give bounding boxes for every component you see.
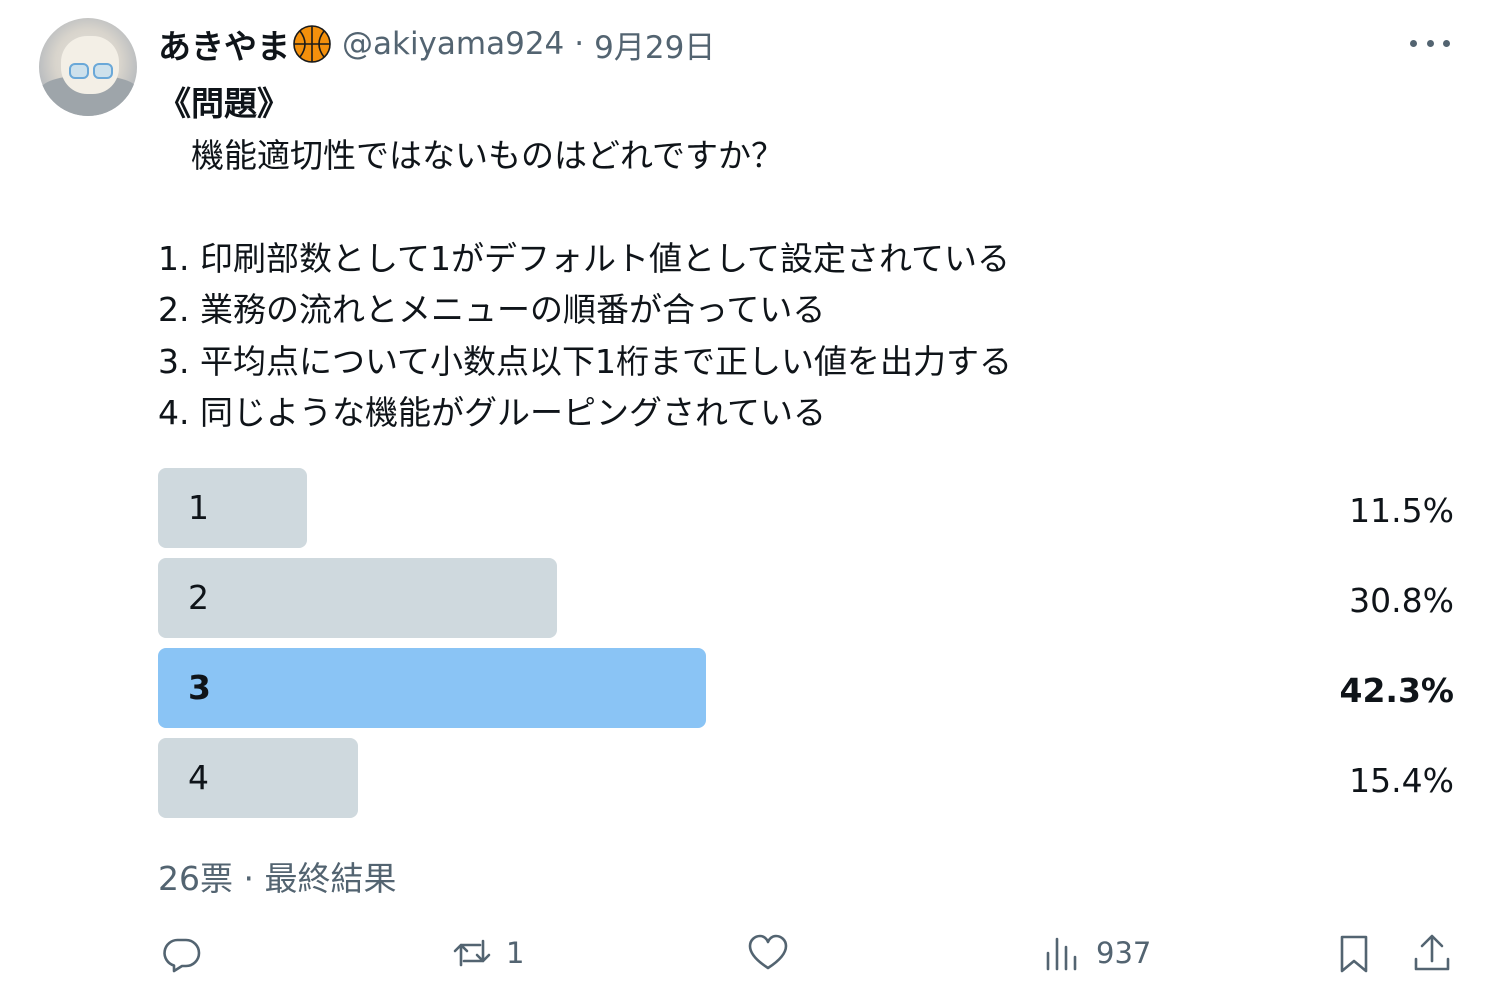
poll-choice-percent: 30.8% — [1349, 581, 1454, 620]
poll: 1 11.5% 2 30.8% 3 42.3% 4 15.4% — [158, 468, 1454, 828]
like-button[interactable] — [746, 928, 802, 978]
views-count: 937 — [1096, 936, 1152, 970]
bookmark-icon — [1340, 935, 1368, 973]
poll-choice-label: 2 — [188, 578, 209, 617]
poll-choice-4: 4 15.4% — [158, 738, 1454, 818]
poll-footer: 26票 · 最終結果 — [158, 859, 397, 898]
poll-bar — [158, 648, 706, 728]
post: あきやま @akiyama924 · 9月29日 《問題》 機能適切性ではないも… — [0, 0, 1497, 988]
poll-choice-label: 3 — [188, 668, 211, 707]
views-icon — [1046, 937, 1077, 971]
basketball-icon — [293, 25, 331, 63]
poll-choice-1: 1 11.5% — [158, 468, 1454, 548]
poll-choice-label: 1 — [188, 488, 209, 527]
action-bar: 1 937 — [158, 928, 1454, 978]
reply-button[interactable] — [160, 928, 216, 978]
post-option-1: 1. 印刷部数として1がデフォルト値として設定されている — [158, 238, 1011, 278]
post-text: 《問題》 機能適切性ではないものはどれですか？ 1. 印刷部数として1がデフォル… — [158, 78, 1012, 439]
retweet-button[interactable]: 1 — [450, 928, 524, 978]
author-handle[interactable]: @akiyama924 — [342, 26, 564, 62]
post-option-2: 2. 業務の流れとメニューの順番が合っている — [158, 290, 826, 329]
poll-choice-percent: 42.3% — [1339, 671, 1455, 710]
post-option-4: 4. 同じような機能がグルーピングされている — [158, 393, 826, 432]
poll-choice-percent: 15.4% — [1349, 761, 1454, 800]
heart-icon — [748, 934, 788, 970]
share-button[interactable] — [1410, 928, 1454, 978]
reply-icon — [163, 938, 201, 973]
poll-choice-percent: 11.5% — [1349, 491, 1454, 530]
post-header: あきやま @akiyama924 · 9月29日 — [158, 22, 715, 66]
share-icon — [1414, 934, 1450, 971]
views-button[interactable]: 937 — [1040, 928, 1151, 978]
post-heading: 《問題》 — [158, 84, 290, 123]
post-option-3: 3. 平均点について小数点以下1桁まで正しい値を出力する — [158, 341, 1012, 381]
poll-choice-3: 3 42.3% — [158, 648, 1454, 728]
retweet-icon — [453, 939, 491, 967]
poll-bar — [158, 558, 557, 638]
author-name[interactable]: あきやま — [158, 20, 290, 68]
bookmark-button[interactable] — [1332, 928, 1376, 978]
poll-choice-label: 4 — [188, 758, 209, 797]
poll-choice-2: 2 30.8% — [158, 558, 1454, 638]
post-question: 機能適切性ではないものはどれですか？ — [158, 135, 785, 175]
retweet-count: 1 — [506, 936, 525, 970]
post-date[interactable]: 9月29日 — [594, 22, 715, 67]
separator: · — [574, 26, 585, 62]
more-icon[interactable] — [1410, 38, 1450, 48]
avatar[interactable] — [39, 18, 137, 116]
poll-bar — [158, 468, 307, 548]
